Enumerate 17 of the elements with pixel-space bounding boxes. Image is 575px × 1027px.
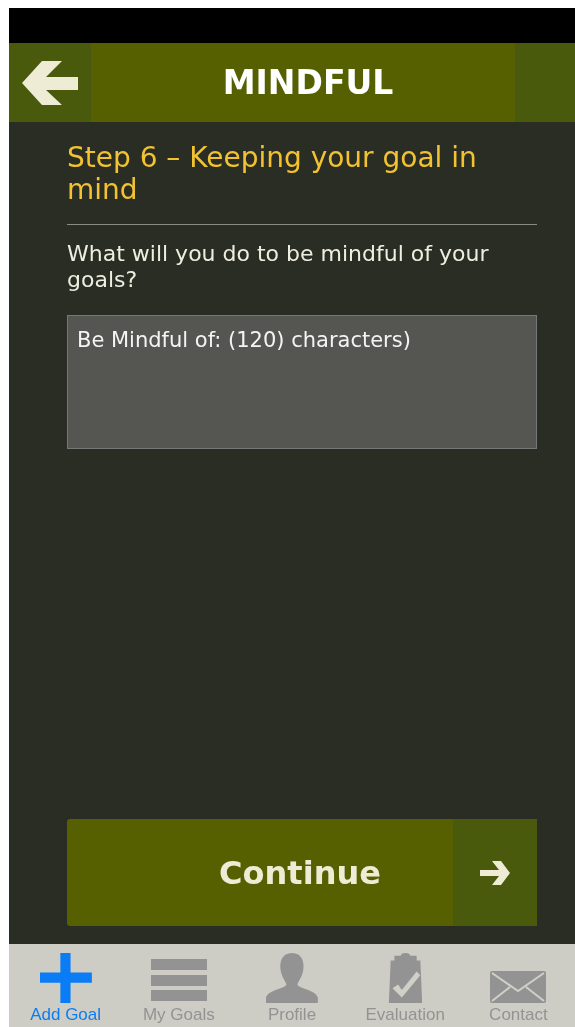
question-text: What will you do to be mindful of your goals?	[67, 241, 490, 293]
continue-button[interactable]: Continue	[67, 819, 537, 926]
list-icon	[150, 959, 207, 1003]
mail-icon	[490, 971, 547, 1003]
clipboard-icon	[386, 953, 424, 1003]
header-title: MINDFUL	[221, 63, 395, 102]
tab-item[interactable]: Contact	[461, 944, 575, 1027]
tab-item[interactable]: Add Goal	[9, 944, 123, 1027]
step-title: Step 6 – Keeping your goal in mind	[67, 142, 478, 206]
tab-item[interactable]: Profile	[235, 944, 349, 1027]
person-icon	[266, 953, 318, 1003]
answer-field[interactable]: Be Mindful of: (120) characters)	[67, 315, 537, 449]
back-button[interactable]	[9, 43, 91, 122]
tab-item[interactable]: Evaluation	[348, 944, 462, 1027]
back-arrow-icon	[22, 60, 78, 105]
plus-icon	[39, 953, 92, 1003]
tab-item[interactable]: My Goals	[122, 944, 236, 1027]
